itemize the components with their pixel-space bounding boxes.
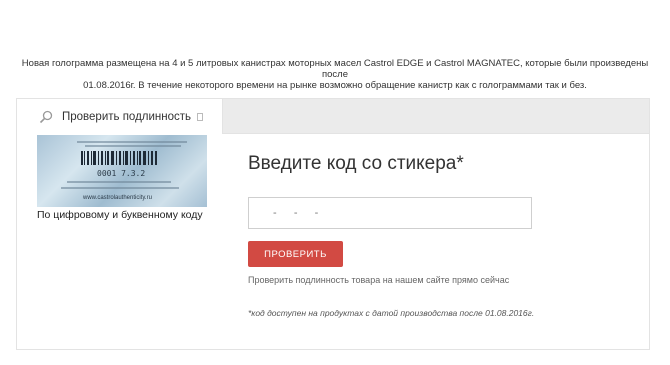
tab-label: Проверить подлинность	[62, 110, 192, 123]
hologram-code: 0001 7.3.2	[97, 169, 146, 178]
search-icon	[39, 110, 53, 124]
hologram-site: www.castrolauthenticity.ru	[83, 195, 152, 201]
sticker-code-input[interactable]	[248, 197, 532, 229]
verify-button[interactable]: ПРОВЕРИТЬ	[248, 241, 343, 267]
hologram-line	[77, 141, 187, 143]
barcode-icon	[81, 151, 157, 165]
notice-line-1: Новая голограмма размещена на 4 и 5 литр…	[21, 58, 649, 80]
notice-line-2: 01.08.2016г. В течение некоторого времен…	[83, 80, 587, 91]
verify-subtext: Проверить подлинность товара на нашем са…	[248, 275, 510, 285]
hologram-line	[61, 187, 179, 189]
code-footnote: *код доступен на продуктах с датой произ…	[248, 308, 535, 318]
tab-bar: Проверить подлинность	[17, 99, 649, 134]
tab-verify-authenticity[interactable]: Проверить подлинность	[17, 99, 223, 134]
hologram-sticker-image: 0001 7.3.2 www.castrolauthenticity.ru	[37, 135, 207, 207]
form-heading: Введите код со стикера*	[248, 153, 464, 174]
hologram-line	[85, 145, 181, 147]
hologram-caption: По цифровому и буквенному коду	[37, 209, 203, 221]
placeholder-glyph-icon	[197, 112, 204, 121]
hologram-line	[67, 181, 171, 183]
notice-text: Новая голограмма размещена на 4 и 5 литр…	[20, 58, 650, 91]
verification-panel: Проверить подлинность 0001 7.3.2 www.cas…	[16, 98, 650, 350]
